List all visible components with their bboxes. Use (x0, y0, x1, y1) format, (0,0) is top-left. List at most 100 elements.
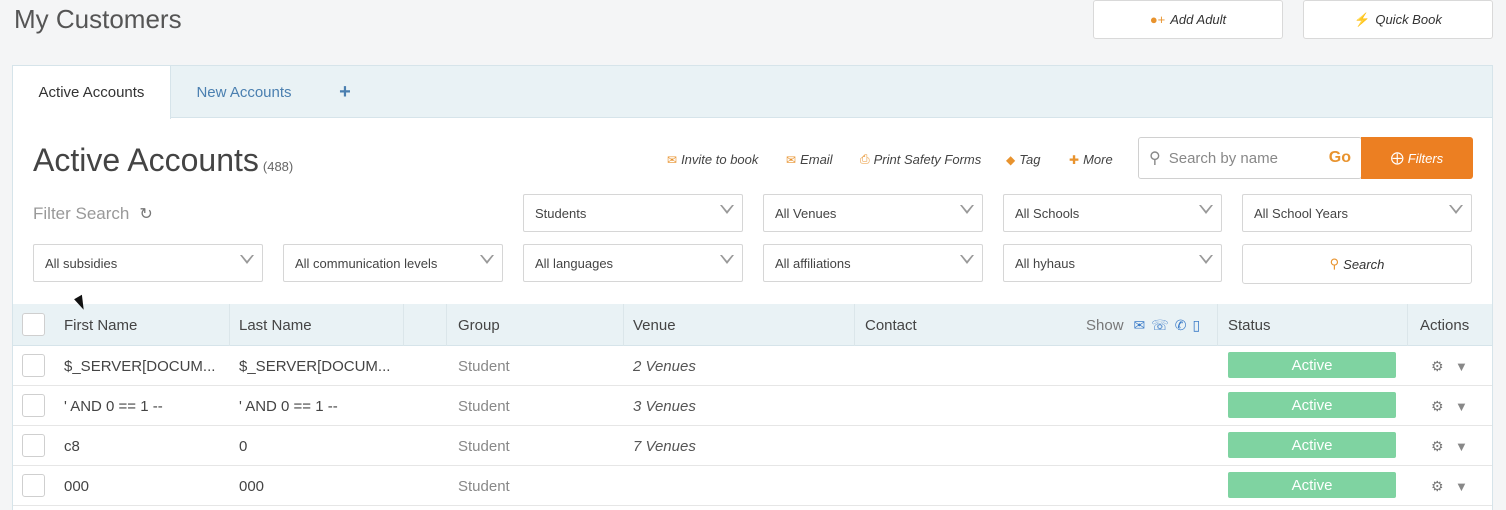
last-name-cell[interactable]: $_SERVER[DOCUM... (239, 346, 390, 386)
phone-icon[interactable]: ✆ (1175, 317, 1187, 334)
table-row[interactable]: $_SERVER[DOCUM... $_SERVER[DOCUM... Stud… (13, 346, 1492, 386)
first-name-cell[interactable]: $_SERVER[DOCUM... (64, 346, 215, 386)
more-label: More (1083, 152, 1113, 167)
column-divider (1217, 304, 1218, 346)
last-name-cell[interactable]: 000 (239, 466, 264, 506)
filter-search-heading: Filter Search ↻ (33, 204, 153, 224)
search-input[interactable] (1168, 149, 1319, 167)
subsidies-select[interactable]: All subsidies (33, 244, 263, 282)
chevron-down-icon[interactable]: ▼ (1455, 386, 1468, 426)
first-name-cell[interactable]: ' AND 0 == 1 -- (64, 386, 163, 426)
group-cell: Student (458, 437, 510, 455)
chevron-down-icon[interactable]: ▼ (1455, 346, 1468, 386)
group-cell: Student (458, 357, 510, 375)
bolt-icon: ⚡ (1354, 11, 1371, 27)
col-group[interactable]: Group (458, 304, 500, 346)
group-select[interactable]: Students (523, 194, 743, 232)
col-status[interactable]: Status (1228, 304, 1271, 346)
chevron-down-icon (1199, 205, 1213, 214)
email-label: Email (800, 152, 833, 167)
school-years-select[interactable]: All School Years (1242, 194, 1472, 232)
mobile-icon[interactable]: ▯ (1193, 317, 1201, 334)
email-icon[interactable]: ✉ (1134, 317, 1146, 334)
go-button[interactable]: Go (1329, 149, 1351, 167)
select-all-checkbox[interactable] (22, 313, 45, 336)
gear-icon[interactable]: ⚙ (1431, 466, 1444, 506)
section-title-text: Active Accounts (33, 142, 259, 178)
filter-search-button[interactable]: ⚲ Search (1242, 244, 1472, 284)
show-label: Show (1086, 316, 1124, 334)
row-checkbox[interactable] (22, 354, 45, 377)
table-row[interactable]: c8 0 Student 7 Venues Active ⚙ ▼ (13, 426, 1492, 466)
languages-select-value: All languages (535, 255, 614, 271)
row-checkbox[interactable] (22, 434, 45, 457)
filters-button[interactable]: ⨁ Filters (1361, 137, 1473, 179)
print-icon: ⎙ (860, 152, 870, 166)
col-last-name[interactable]: Last Name (239, 304, 312, 346)
affiliations-select[interactable]: All affiliations (763, 244, 983, 282)
subsidies-select-value: All subsidies (45, 255, 118, 271)
chevron-down-icon (960, 205, 974, 214)
first-name-cell[interactable]: c8 (64, 426, 80, 466)
table-row[interactable]: ' AND 0 == 1 -- ' AND 0 == 1 -- Student … (13, 386, 1492, 426)
invite-to-book-link[interactable]: ✉ Invite to book (667, 152, 758, 167)
reset-icon[interactable]: ↻ (139, 204, 152, 224)
last-name-cell[interactable]: 0 (239, 426, 247, 466)
communication-levels-select[interactable]: All communication levels (283, 244, 503, 282)
col-first-name[interactable]: First Name (64, 304, 137, 346)
add-adult-button[interactable]: ●+ Add Adult (1093, 0, 1283, 39)
status-badge: Active (1228, 352, 1396, 378)
search-icon: ⚲ (1329, 256, 1340, 271)
chevron-down-icon (480, 255, 494, 264)
section-title: Active Accounts (488) (33, 142, 293, 179)
page-title: My Customers (14, 4, 182, 34)
quick-book-button[interactable]: ⚡ Quick Book (1303, 0, 1493, 39)
row-checkbox[interactable] (22, 394, 45, 417)
invite-label: Invite to book (681, 152, 759, 167)
tag-icon: ◆ (1006, 152, 1016, 167)
col-contact[interactable]: Contact (865, 304, 917, 346)
plus-circle-icon: ⨁ (1390, 150, 1404, 165)
column-divider (1407, 304, 1408, 346)
column-divider (446, 304, 447, 346)
email-link[interactable]: ✉ Email (786, 152, 833, 167)
schools-select[interactable]: All Schools (1003, 194, 1222, 232)
tag-link[interactable]: ◆ Tag (1006, 152, 1040, 167)
venue-cell[interactable]: 2 Venues (633, 346, 696, 386)
affiliations-select-value: All affiliations (775, 255, 851, 271)
group-cell: Student (458, 477, 510, 495)
add-user-icon: ●+ (1149, 12, 1166, 27)
venue-cell[interactable]: 3 Venues (633, 386, 696, 426)
chevron-down-icon (720, 205, 734, 214)
more-link[interactable]: ✚ More (1069, 152, 1113, 167)
column-divider (623, 304, 624, 346)
chevron-down-icon[interactable]: ▼ (1455, 466, 1468, 506)
account-count: (488) (262, 159, 294, 174)
first-name-cell[interactable]: 000 (64, 466, 89, 506)
add-tab-button[interactable]: + (331, 66, 359, 118)
venues-select[interactable]: All Venues (763, 194, 983, 232)
last-name-cell[interactable]: ' AND 0 == 1 -- (239, 386, 338, 426)
print-safety-forms-link[interactable]: ⎙ Print Safety Forms (860, 152, 981, 167)
tab-new-accounts[interactable]: New Accounts (183, 66, 305, 118)
tab-active-accounts[interactable]: Active Accounts (13, 66, 171, 119)
table-row[interactable]: 000 000 Student Active ⚙ ▼ (13, 466, 1492, 506)
phone-square-icon[interactable]: ☏ (1151, 317, 1169, 334)
chevron-down-icon[interactable]: ▼ (1455, 426, 1468, 466)
school-years-select-value: All School Years (1254, 205, 1348, 221)
hyhaus-select-value: All hyhaus (1015, 255, 1075, 271)
row-checkbox[interactable] (22, 474, 45, 497)
search-icon: ⚲ (1149, 150, 1161, 167)
column-divider (403, 304, 404, 346)
gear-icon[interactable]: ⚙ (1431, 386, 1444, 426)
gear-icon[interactable]: ⚙ (1431, 346, 1444, 386)
hyhaus-select[interactable]: All hyhaus (1003, 244, 1222, 282)
gear-icon[interactable]: ⚙ (1431, 426, 1444, 466)
languages-select[interactable]: All languages (523, 244, 743, 282)
venue-cell[interactable]: 7 Venues (633, 426, 696, 466)
filter-search-label: Filter Search (33, 204, 130, 223)
col-venue[interactable]: Venue (633, 304, 676, 346)
venues-select-value: All Venues (775, 205, 837, 221)
group-cell: Student (458, 397, 510, 415)
contact-show-toggles: Show ✉ ☏ ✆ ▯ (1086, 304, 1200, 346)
